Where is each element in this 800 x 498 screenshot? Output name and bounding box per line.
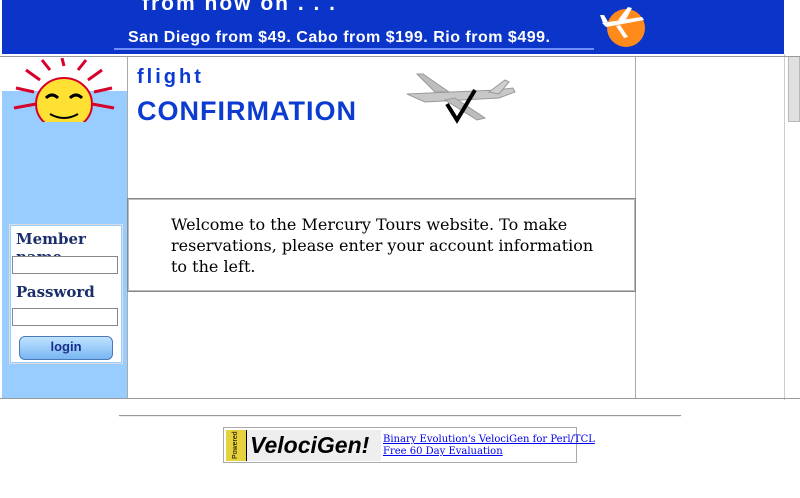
login-form: Member name Password login <box>9 224 123 364</box>
left-sidebar: Member name Password login <box>2 58 127 398</box>
velocigen-links: Binary Evolution's VelociGen for Perl/TC… <box>383 434 595 458</box>
sun-plane-icon <box>600 7 645 47</box>
divider <box>119 415 681 417</box>
banner-swoosh <box>114 48 594 50</box>
airplane-check-icon <box>406 73 516 124</box>
page-title-confirmation: CONFIRMATION <box>137 96 357 121</box>
page-title-flight: flight <box>137 66 204 88</box>
evaluation-link[interactable]: Free 60 Day Evaluation <box>383 446 595 458</box>
login-button[interactable]: login <box>19 336 113 360</box>
member-name-input[interactable] <box>12 256 118 274</box>
banner-tagline: from now on . . . <box>142 0 337 15</box>
promo-banner[interactable]: from now on . . . San Diego from $49. Ca… <box>2 0 784 54</box>
powered-by-label: Powered By <box>226 430 259 461</box>
password-label: Password <box>16 283 95 301</box>
welcome-message-box: Welcome to the Mercury Tours website. To… <box>127 198 636 292</box>
sun-logo-icon <box>2 58 127 122</box>
velocigen-logo[interactable]: Powered By VelociGen! <box>226 430 381 461</box>
velocigen-logo-text: VelociGen! <box>247 430 381 461</box>
velocigen-link[interactable]: Binary Evolution's VelociGen for Perl/TC… <box>383 434 595 446</box>
powered-by-box: Powered By VelociGen! Binary Evolution's… <box>223 427 595 463</box>
welcome-text: Welcome to the Mercury Tours website. To… <box>171 215 594 276</box>
password-input[interactable] <box>12 308 118 326</box>
banner-deals-text: San Diego from $49. Cabo from $199. Rio … <box>128 29 551 46</box>
